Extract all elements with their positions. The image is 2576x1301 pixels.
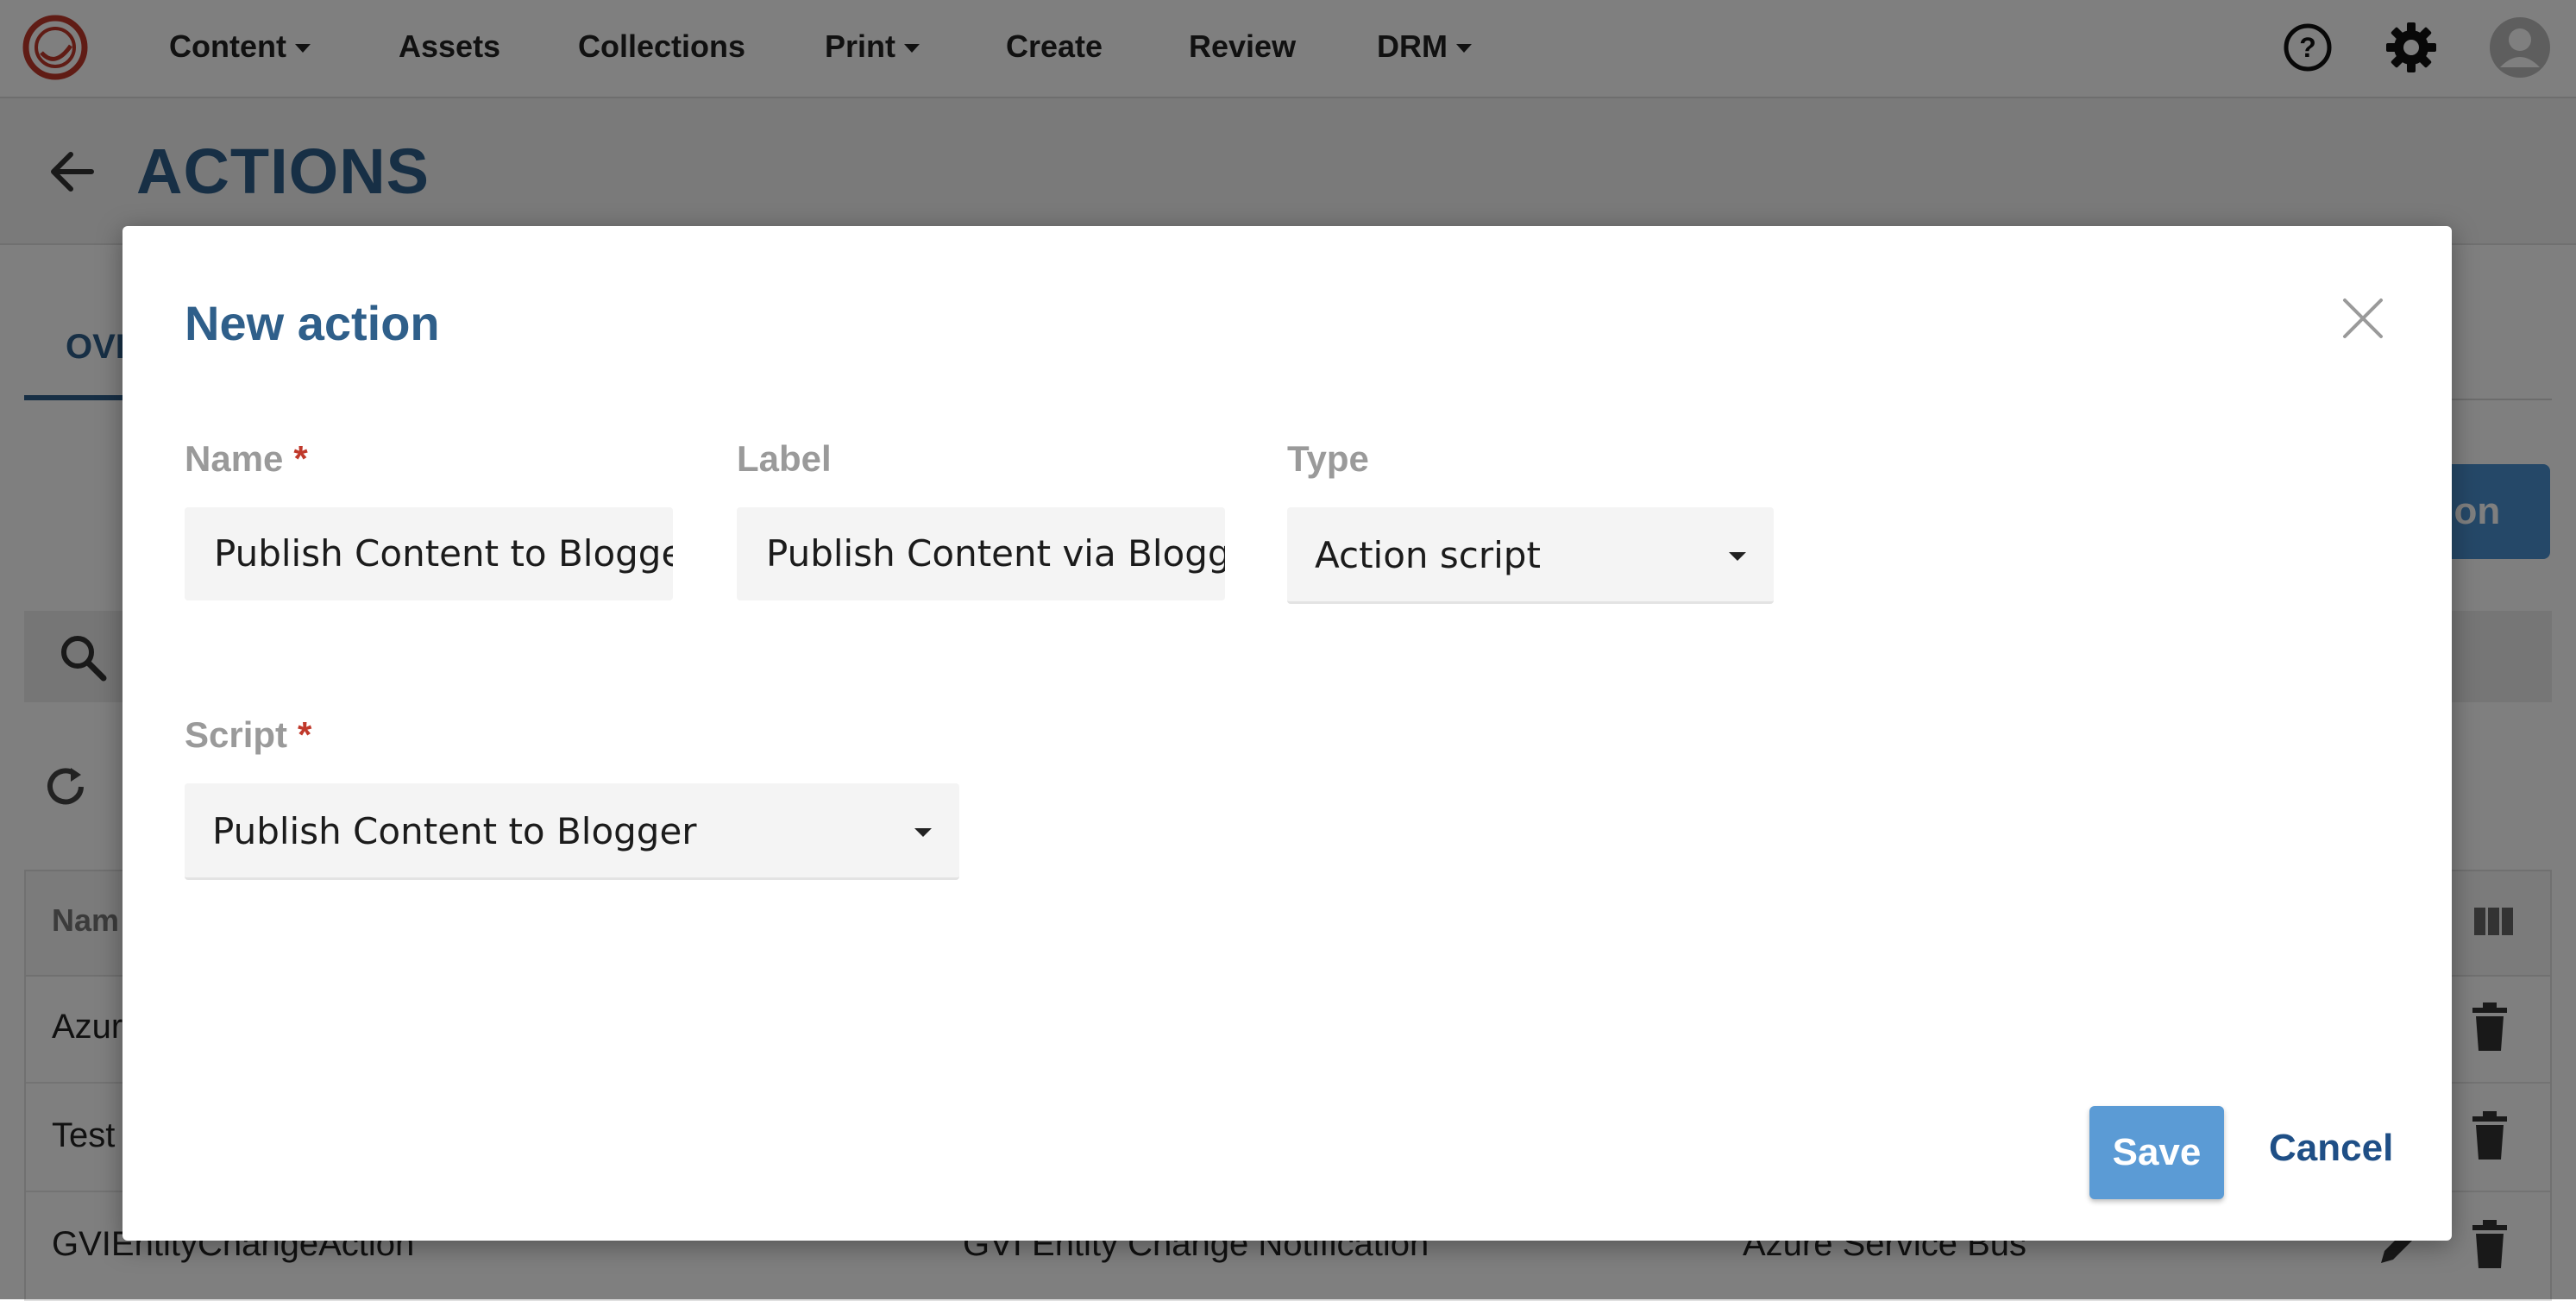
close-icon[interactable] xyxy=(2340,295,2386,342)
required-marker: * xyxy=(298,714,312,755)
dropdown-arrow-icon xyxy=(914,828,932,837)
label-field-label: Label xyxy=(737,438,832,480)
label-field[interactable]: Publish Content via Blogger xyxy=(737,507,1225,600)
save-button-label: Save xyxy=(2112,1131,2202,1173)
type-label-text: Type xyxy=(1287,438,1369,479)
label-label-text: Label xyxy=(737,438,832,479)
type-select-value: Action script xyxy=(1315,534,1541,576)
label-field-value: Publish Content via Blogger xyxy=(766,532,1225,575)
type-select[interactable]: Action script xyxy=(1287,507,1774,604)
name-field-value: Publish Content to Blogger xyxy=(214,532,673,575)
new-action-dialog: New action Name * Publish Content to Blog… xyxy=(123,226,2452,1241)
dropdown-arrow-icon xyxy=(1729,552,1746,561)
name-label-text: Name xyxy=(185,438,284,479)
cancel-button[interactable]: Cancel xyxy=(2269,1127,2393,1170)
name-field[interactable]: Publish Content to Blogger xyxy=(185,507,673,600)
script-select-value: Publish Content to Blogger xyxy=(212,810,697,852)
script-label-text: Script xyxy=(185,714,288,755)
script-field-label: Script * xyxy=(185,714,311,756)
dialog-title: New action xyxy=(185,296,440,350)
script-select[interactable]: Publish Content to Blogger xyxy=(185,783,959,880)
type-field-label: Type xyxy=(1287,438,1369,480)
name-field-label: Name * xyxy=(185,438,308,480)
required-marker: * xyxy=(293,438,308,479)
save-button[interactable]: Save xyxy=(2089,1106,2224,1199)
